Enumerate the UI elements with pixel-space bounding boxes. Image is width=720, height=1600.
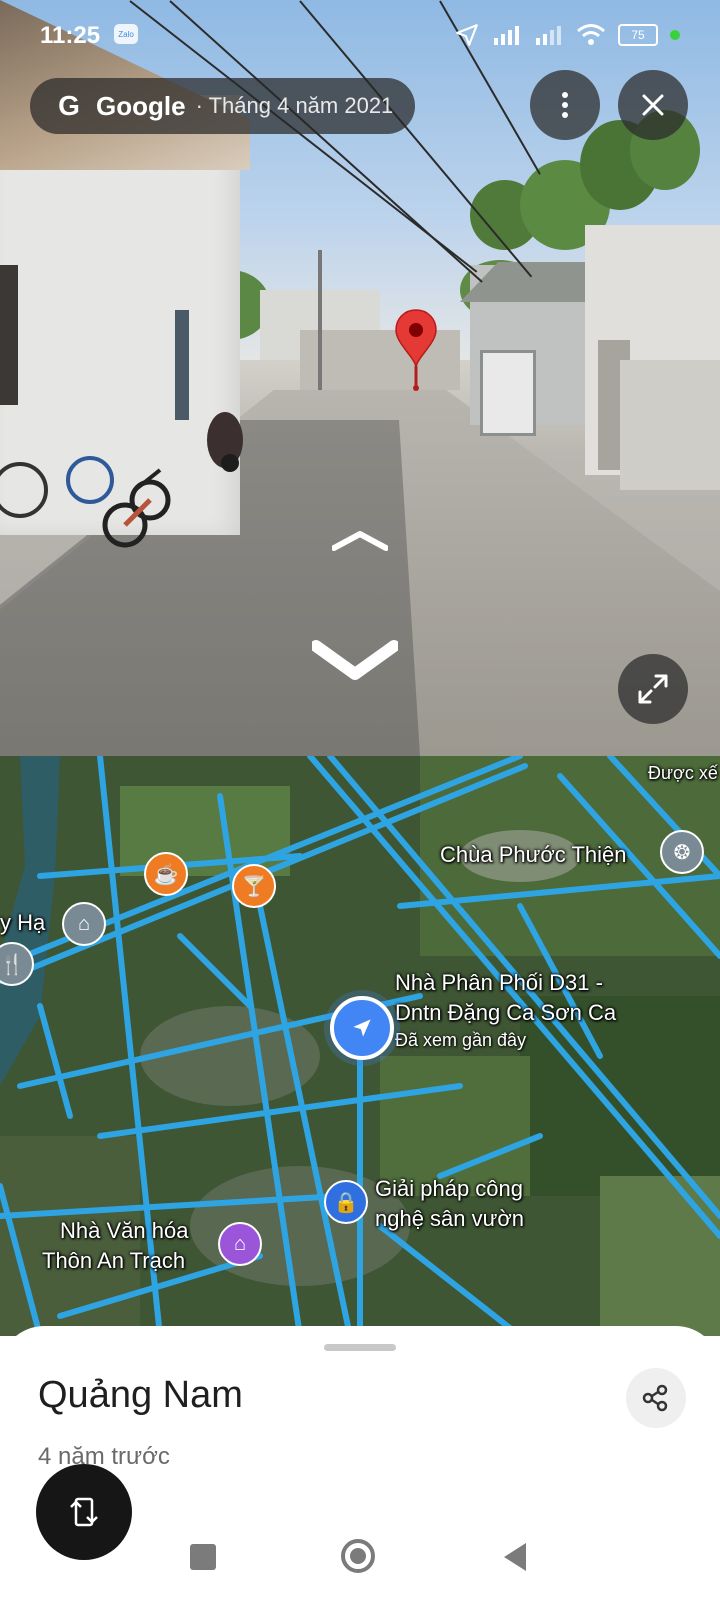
left-house-window — [175, 310, 189, 420]
expand-button[interactable] — [618, 654, 688, 724]
more-vertical-icon — [562, 92, 568, 118]
place-capture-time: 4 năm trước — [38, 1443, 170, 1470]
battery-icon: 75 — [618, 24, 658, 46]
google-logo-icon: G — [58, 90, 80, 121]
signal-icon — [494, 26, 519, 45]
motorbike — [207, 412, 243, 472]
move-forward-arrow-icon[interactable] — [332, 530, 388, 552]
cafe-icon[interactable]: ☕ — [144, 852, 188, 896]
bar-icon[interactable]: 🍸 — [232, 864, 276, 908]
map-label-nha-van-hoa[interactable]: Nhà Văn hóa — [60, 1216, 188, 1246]
map-label-dntn[interactable]: Dntn Đặng Ca Sơn Ca — [395, 998, 616, 1028]
map-label-chua-phuoc-thien[interactable]: Chùa Phước Thiện — [440, 840, 627, 870]
imagery-date: · Tháng 4 năm 2021 — [195, 93, 394, 118]
map-label-giai-phap[interactable]: Giải pháp công — [375, 1174, 523, 1204]
bridge-icon[interactable]: ⌂ — [62, 902, 106, 946]
map-label-nha-phan-phoi[interactable]: Nhà Phân Phối D31 - — [395, 968, 603, 998]
bicycles — [0, 456, 171, 548]
shopping-bag-icon[interactable]: 🔒 — [324, 1180, 368, 1224]
dot-icon — [670, 30, 680, 40]
street-view-panorama[interactable]: 11:25 Zalo 75 G Google · Tháng 4 năm 202… — [0, 0, 720, 756]
back-icon[interactable] — [500, 1540, 530, 1574]
place-bottom-sheet[interactable]: Quảng Nam 4 năm trước — [0, 1326, 720, 1600]
more-options-button[interactable] — [530, 70, 600, 140]
recents-icon[interactable] — [190, 1544, 216, 1570]
close-icon — [642, 94, 664, 116]
wifi-icon — [577, 24, 605, 45]
navigation-arrow-icon — [353, 1019, 371, 1037]
map-label-duoc-xem: Được xế — [648, 763, 718, 783]
signal-icon — [536, 26, 561, 45]
status-time: 11:25 — [40, 22, 101, 49]
zalo-notification-icon: Zalo — [114, 24, 138, 44]
rotate-swap-icon — [70, 1497, 98, 1527]
left-house-window — [0, 265, 18, 405]
map-label-y-ha: y Hạ — [0, 910, 46, 935]
swap-view-button[interactable] — [36, 1464, 132, 1560]
sheet-drag-handle[interactable] — [324, 1344, 396, 1351]
community-hall-icon[interactable]: ⌂ — [218, 1222, 262, 1266]
temple-icon[interactable]: ❂ — [660, 830, 704, 874]
map-view[interactable]: Được xế Chùa Phước Thiện y Hạ Nhà Phân P… — [0, 756, 720, 1336]
current-location-marker[interactable] — [330, 996, 394, 1060]
home-icon[interactable] — [340, 1538, 376, 1574]
right-gate — [480, 350, 536, 436]
utility-pole — [318, 250, 322, 390]
map-label-thon-an-trach[interactable]: Thôn An Trạch — [42, 1246, 185, 1276]
location-arrow-icon — [456, 24, 478, 46]
share-button[interactable] — [626, 1368, 686, 1428]
close-button[interactable] — [618, 70, 688, 140]
right-wall — [620, 360, 720, 490]
share-icon — [642, 1384, 668, 1412]
map-label-recently-viewed: Đã xem gần đây — [395, 1030, 527, 1050]
google-brand: Google — [96, 90, 186, 121]
imagery-date-pill[interactable]: G Google · Tháng 4 năm 2021 — [30, 78, 416, 134]
status-icons: 75 — [454, 22, 680, 48]
place-title: Quảng Nam — [38, 1374, 243, 1416]
move-back-arrow-icon[interactable] — [312, 640, 398, 684]
expand-icon — [638, 674, 668, 704]
location-pin-icon[interactable] — [394, 308, 438, 392]
map-label-nghe-san-vuon[interactable]: nghệ sân vườn — [375, 1204, 524, 1234]
